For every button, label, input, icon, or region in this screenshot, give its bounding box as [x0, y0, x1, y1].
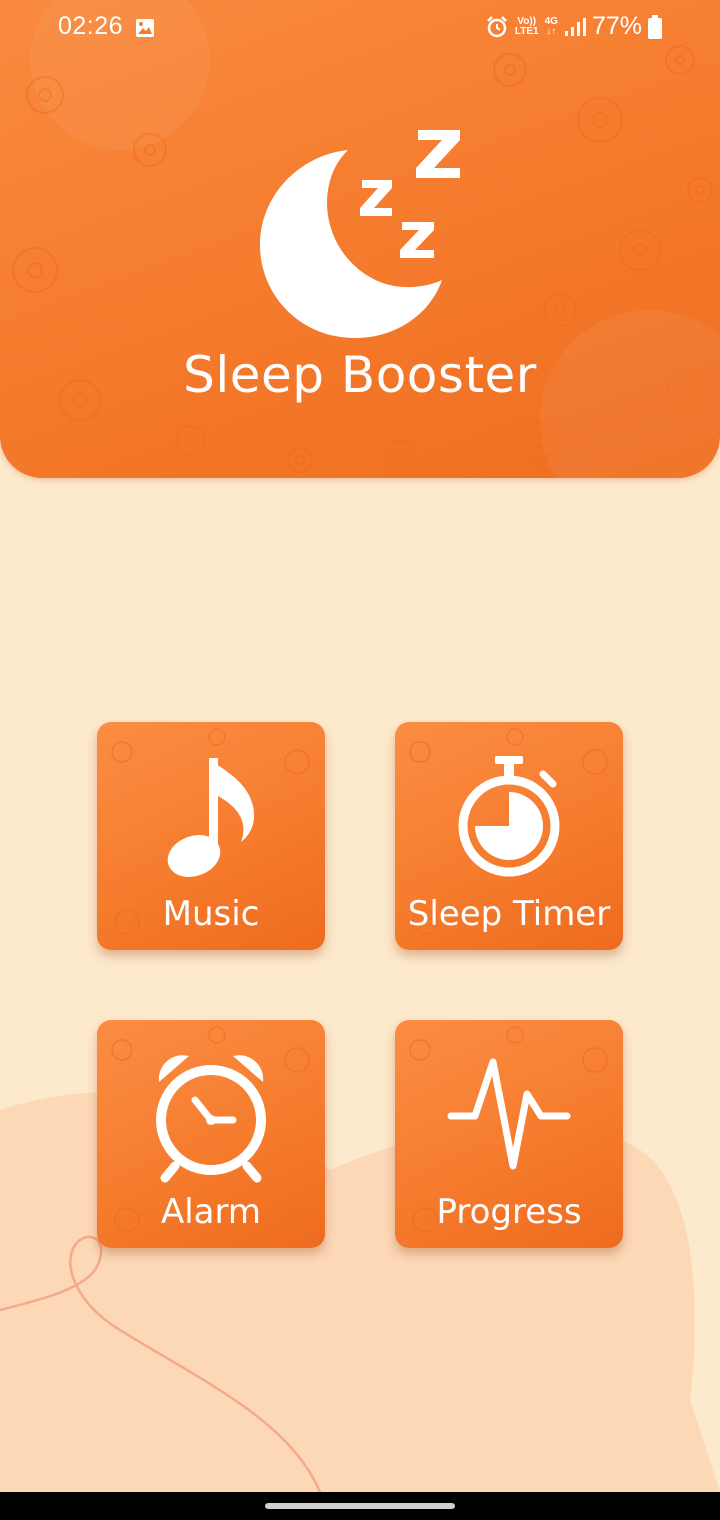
system-navigation-bar	[0, 1492, 720, 1520]
status-bar: 02:26 Vo)) LTE1 4G ↓↑ 77%	[0, 0, 720, 58]
pulse-line-icon	[447, 1058, 571, 1170]
stopwatch-icon	[458, 756, 560, 877]
alarm-label: Alarm	[160, 1192, 262, 1232]
alarm-status-icon	[487, 15, 507, 37]
progress-button[interactable]: Progress	[395, 1020, 623, 1248]
battery-icon	[648, 14, 662, 39]
music-button[interactable]: Music	[97, 722, 325, 950]
volte-indicator: Vo)) LTE1	[514, 15, 539, 37]
app-title: Sleep Booster	[183, 346, 537, 404]
battery-percentage: 77%	[591, 12, 642, 40]
network-type-indicator: 4G ↓↑	[544, 15, 558, 37]
gallery-notification-icon	[136, 19, 154, 37]
status-time: 02:26	[58, 12, 124, 40]
moon-zzz-icon	[260, 130, 460, 338]
sleep-timer-button[interactable]: Sleep Timer	[395, 722, 623, 950]
alarm-clock-icon	[156, 1055, 266, 1183]
alarm-button[interactable]: Alarm	[97, 1020, 325, 1248]
progress-label: Progress	[436, 1192, 582, 1232]
signal-icon	[564, 17, 586, 36]
home-gesture-handle[interactable]	[265, 1503, 455, 1509]
music-note-icon	[167, 758, 255, 877]
data-arrows-icon: ↓↑	[546, 25, 557, 37]
music-label: Music	[162, 894, 260, 934]
sleep-timer-label: Sleep Timer	[407, 894, 611, 934]
status-icons: Vo)) LTE1 4G ↓↑ 77%	[485, 12, 662, 41]
